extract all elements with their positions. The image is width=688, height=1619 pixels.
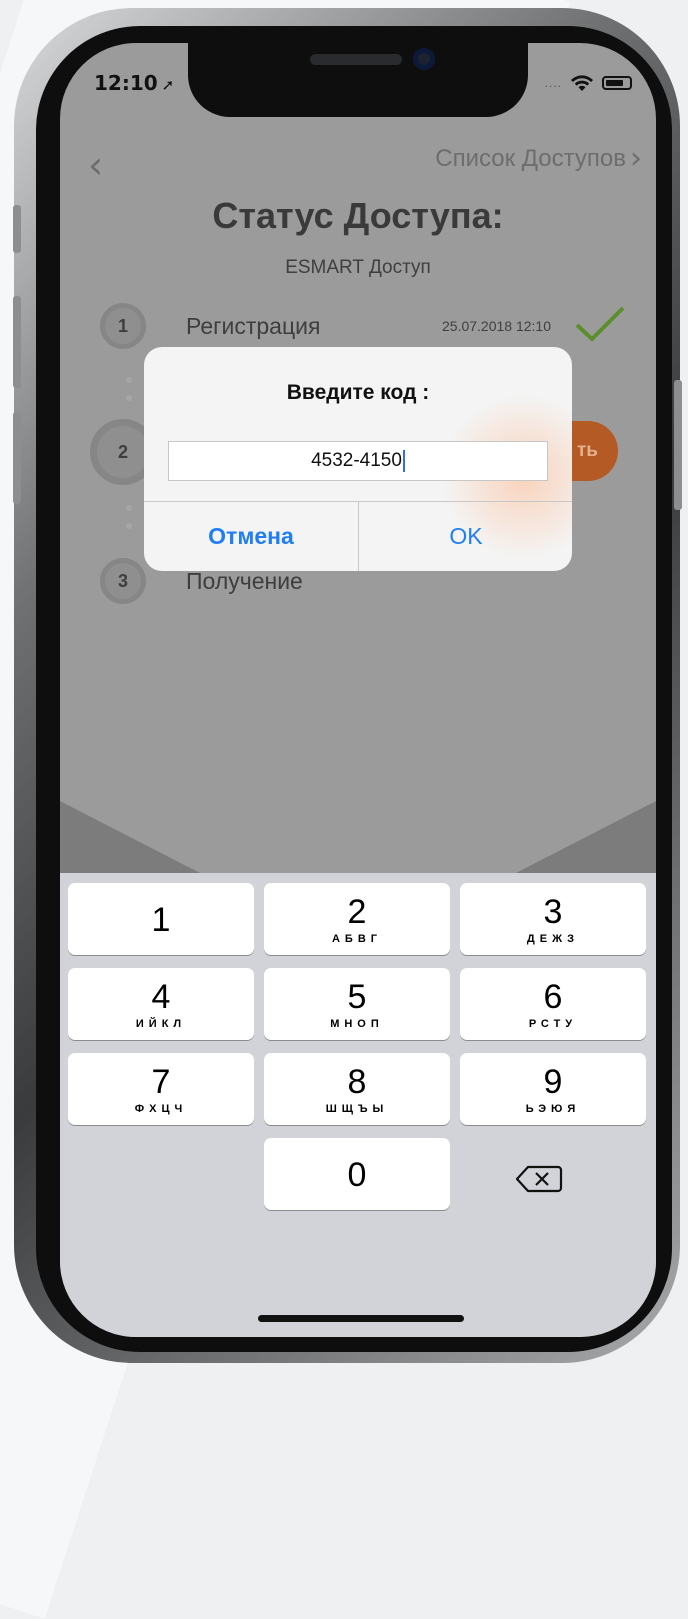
chevron-right-icon: › <box>630 141 642 176</box>
key-digit: 9 <box>543 1063 563 1101</box>
page-subtitle: ESMART Доступ <box>285 257 431 278</box>
step-action-label: ть <box>577 440 598 461</box>
connector-dot <box>126 523 132 529</box>
access-list-link[interactable]: Список Доступов › <box>435 141 642 176</box>
page-title: Статус Доступа: <box>212 195 504 236</box>
key-1[interactable]: 1 <box>68 883 254 955</box>
key-letters: ЬЭЮЯ <box>525 1103 581 1115</box>
code-input-value: 4532-4150 <box>311 450 402 471</box>
key-digit: 0 <box>347 1156 367 1194</box>
cancel-button[interactable]: Отмена <box>144 502 358 571</box>
key-digit: 5 <box>347 978 367 1016</box>
checkmark-icon <box>575 306 625 342</box>
notch <box>188 43 528 117</box>
key-digit: 3 <box>543 893 563 931</box>
connector-dot <box>126 395 132 401</box>
enter-code-dialog: Введите код : 4532-4150 Отмена OK <box>144 347 572 571</box>
step-date: 25.07.2018 12:10 <box>442 318 551 334</box>
access-list-label: Список Доступов <box>435 144 626 172</box>
key-letters: МНОП <box>330 1018 384 1030</box>
key-3[interactable]: 3 ДЕЖЗ <box>460 883 646 955</box>
step-registration: 1 Регистрация <box>100 303 320 349</box>
decorative-wave-right <box>516 801 656 873</box>
home-indicator[interactable] <box>258 1315 464 1322</box>
key-digit: 6 <box>543 978 563 1016</box>
step-label: Получение <box>186 567 303 594</box>
text-caret <box>402 450 405 472</box>
key-letters: АБВГ <box>331 933 383 945</box>
key-digit: 4 <box>151 978 171 1016</box>
key-9[interactable]: 9 ЬЭЮЯ <box>460 1053 646 1125</box>
location-arrow-icon: ➚ <box>161 76 175 94</box>
key-letters: ИЙКЛ <box>135 1018 187 1030</box>
phone-screen: 12:10 ➚ .... ‹ Список Доступов › Статус Д… <box>60 43 656 1337</box>
ok-button[interactable]: OK <box>359 502 572 571</box>
key-digit: 1 <box>151 901 171 939</box>
step-label: Регистрация <box>186 312 321 339</box>
key-digit: 8 <box>347 1063 367 1101</box>
mute-switch <box>13 205 21 253</box>
step-number-circle: 1 <box>100 303 146 349</box>
power-button <box>674 380 682 510</box>
key-2[interactable]: 2 АБВГ <box>264 883 450 955</box>
dialog-title: Введите код : <box>286 381 430 404</box>
status-time: 12:10 ➚ <box>94 71 174 95</box>
key-4[interactable]: 4 ИЙКЛ <box>68 968 254 1040</box>
decorative-wave-left <box>60 801 200 873</box>
back-button[interactable]: ‹ <box>88 143 103 187</box>
backspace-icon[interactable] <box>514 1161 564 1197</box>
key-5[interactable]: 5 МНОП <box>264 968 450 1040</box>
signal-icon: .... <box>544 76 562 90</box>
key-letters: ФХЦЧ <box>134 1103 188 1115</box>
key-0[interactable]: 0 <box>264 1138 450 1210</box>
key-letters: ШЩЪЫ <box>325 1103 389 1115</box>
earpiece-speaker <box>310 54 402 65</box>
key-6[interactable]: 6 РСТУ <box>460 968 646 1040</box>
key-letters: ДЕЖЗ <box>526 933 580 945</box>
volume-up-button <box>13 296 21 388</box>
code-input[interactable]: 4532-4150 <box>168 441 548 481</box>
connector-dot <box>126 377 132 383</box>
time-text: 12:10 <box>94 71 158 95</box>
connector-dot <box>126 505 132 511</box>
volume-down-button <box>13 412 21 504</box>
key-8[interactable]: 8 ШЩЪЫ <box>264 1053 450 1125</box>
key-digit: 2 <box>347 893 367 931</box>
front-camera <box>413 48 435 70</box>
key-letters: РСТУ <box>528 1018 578 1030</box>
status-indicators: .... <box>545 74 632 92</box>
battery-icon <box>602 76 632 90</box>
key-7[interactable]: 7 ФХЦЧ <box>68 1053 254 1125</box>
step-number-circle: 3 <box>100 558 146 604</box>
wifi-icon <box>571 75 593 91</box>
numeric-keypad: 1 2 АБВГ 3 ДЕЖЗ 4 ИЙКЛ 5 МНОП 6 РСТУ 7 Ф… <box>60 873 656 1337</box>
key-digit: 7 <box>151 1063 171 1101</box>
